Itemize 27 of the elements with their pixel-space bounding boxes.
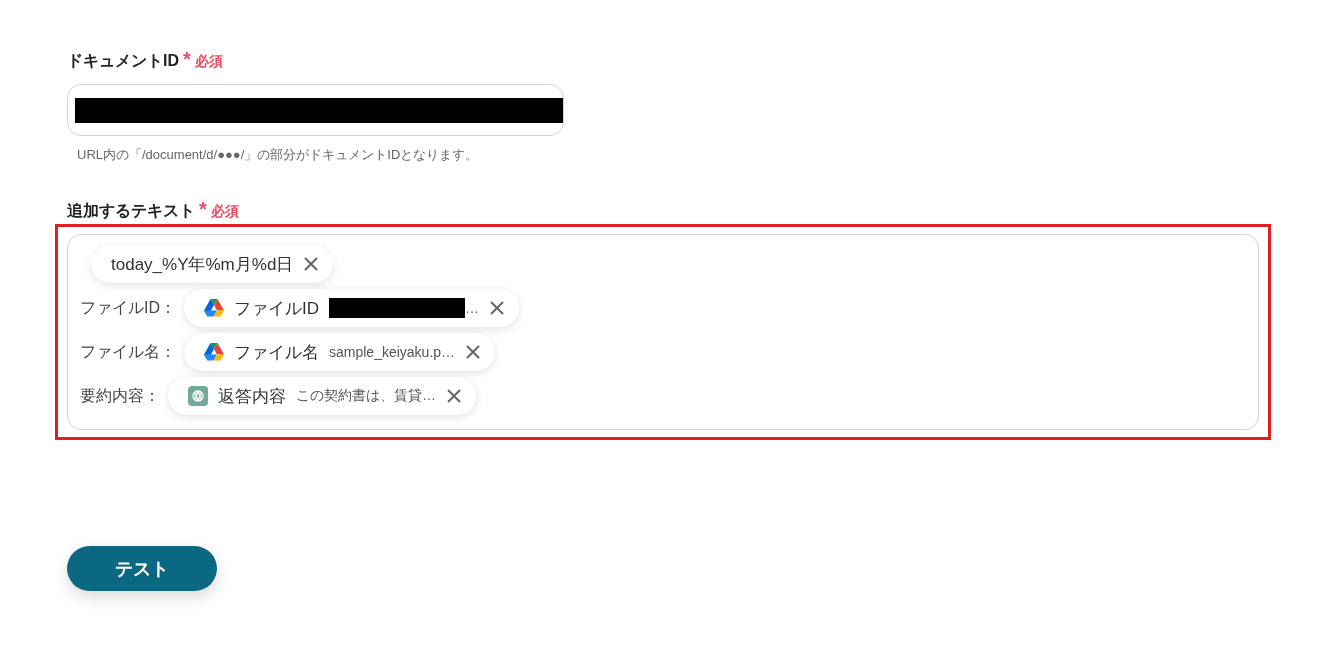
field-label: 追加するテキスト: [67, 201, 195, 221]
line-prefix: 要約内容：: [80, 385, 160, 406]
line-prefix: ファイルID：: [80, 297, 176, 318]
drive-icon: [204, 343, 224, 361]
chip-value: この契約書は、賃貸…: [296, 387, 436, 405]
remove-icon[interactable]: [303, 256, 320, 272]
variable-chip[interactable]: 返答内容 この契約書は、賃貸…: [168, 377, 476, 415]
remove-icon[interactable]: [446, 388, 462, 404]
hint-text: URL内の「/document/d/●●●/」の部分がドキュメントIDとなります。: [77, 146, 480, 164]
required-asterisk: *: [183, 48, 191, 71]
chip-value: sample_keiyaku.p…: [329, 344, 456, 360]
text-field[interactable]: today_%Y年%m月%d日 ファイルID： ファイルID … ファイル名： ファイル名 sample_keiyaku.p… 要約内容： 返答内容 この契約書は、賃貸…: [67, 234, 1259, 430]
drive-icon: [204, 299, 224, 317]
chip-value: …: [465, 300, 479, 316]
test-button[interactable]: テスト: [67, 546, 217, 591]
remove-icon[interactable]: [465, 344, 482, 360]
document-id-field[interactable]: [67, 84, 564, 136]
required-label: 必須: [194, 53, 223, 71]
variable-chip[interactable]: ファイルID …: [184, 289, 519, 327]
variable-chip[interactable]: ファイル名 sample_keiyaku.p…: [184, 333, 496, 371]
chat-logo-icon: [188, 386, 208, 406]
required-asterisk: *: [199, 198, 207, 221]
line-prefix: ファイル名：: [80, 341, 176, 362]
field-label: ドキュメントID: [67, 51, 179, 71]
remove-icon[interactable]: [489, 300, 505, 316]
variable-chip[interactable]: today_%Y年%m月%d日: [91, 245, 334, 283]
required-label: 必須: [210, 203, 239, 221]
